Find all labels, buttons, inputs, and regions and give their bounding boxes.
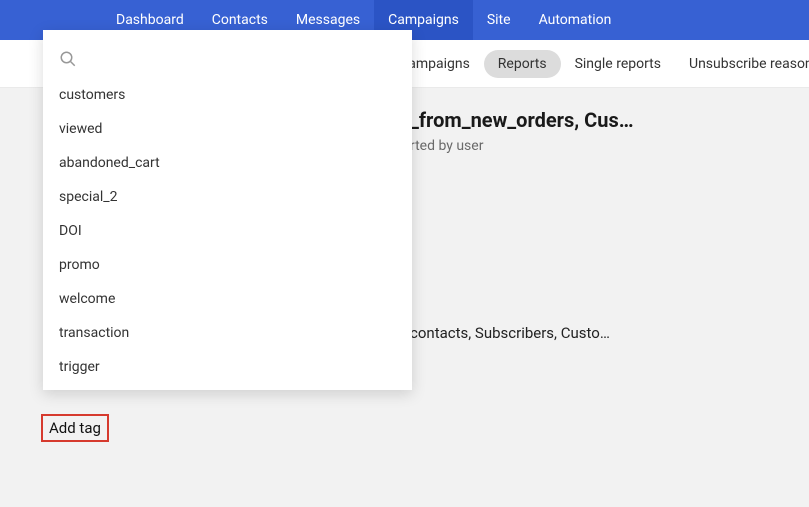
- tag-option-customers[interactable]: customers: [43, 78, 412, 112]
- tag-option-special-2[interactable]: special_2: [43, 180, 412, 214]
- page-subtitle: rted by user: [410, 138, 789, 154]
- tag-search-row[interactable]: [43, 46, 412, 78]
- secondary-summary-line: contacts, Subscribers, Custo…: [410, 324, 800, 342]
- nav-automation[interactable]: Automation: [525, 0, 626, 40]
- tag-option-doi[interactable]: DOI: [43, 214, 412, 248]
- subnav-reports[interactable]: Reports: [484, 50, 561, 78]
- tag-option-abandoned-cart[interactable]: abandoned_cart: [43, 146, 412, 180]
- tag-option-viewed[interactable]: viewed: [43, 112, 412, 146]
- tag-option-promo[interactable]: promo: [43, 248, 412, 282]
- subnav-single-reports[interactable]: Single reports: [561, 50, 675, 78]
- tag-option-transaction[interactable]: transaction: [43, 316, 412, 350]
- page-title: _from_new_orders, Cus…: [410, 108, 800, 132]
- tag-dropdown-list: customers viewed abandoned_cart special_…: [43, 78, 412, 384]
- nav-site[interactable]: Site: [473, 0, 525, 40]
- subnav-unsubscribe-reasons[interactable]: Unsubscribe reasons: [675, 50, 809, 78]
- add-tag-button[interactable]: Add tag: [41, 414, 109, 442]
- search-icon: [59, 50, 77, 68]
- tag-dropdown-panel: customers viewed abandoned_cart special_…: [43, 30, 412, 390]
- tag-option-trigger[interactable]: trigger: [43, 350, 412, 384]
- tag-option-welcome[interactable]: welcome: [43, 282, 412, 316]
